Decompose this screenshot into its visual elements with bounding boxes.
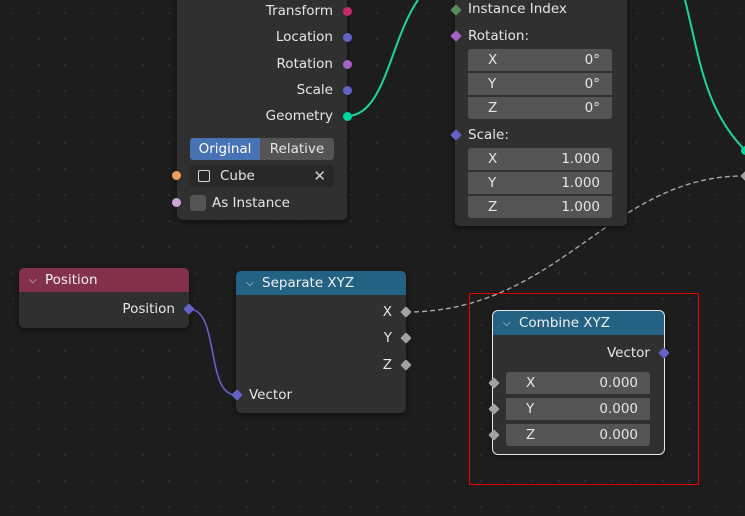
separate-xyz-header[interactable]: ⌵ Separate XYZ: [236, 271, 406, 295]
object-field[interactable]: Cube ✕: [190, 165, 334, 187]
position-node[interactable]: ⌵ Position Position: [19, 268, 195, 328]
vector-input-row: Vector: [249, 384, 292, 406]
field-value: 0°: [584, 76, 600, 92]
input-label: Vector: [249, 387, 293, 403]
field-value: 1.000: [561, 175, 600, 191]
rotation-x-field[interactable]: X 0°: [468, 49, 612, 71]
axis-label: Z: [488, 100, 498, 116]
output-label: Z: [382, 357, 392, 373]
instance-index-row: Instance Index: [468, 0, 567, 20]
highlight-box: [469, 293, 699, 485]
as-instance-checkbox[interactable]: [190, 195, 206, 211]
chevron-down-icon[interactable]: ⌵: [246, 278, 256, 289]
output-x-row: X: [383, 301, 392, 323]
output-rotation: Rotation: [277, 53, 333, 75]
transform-space-toggle: Original Relative: [190, 138, 334, 160]
rotation-z-field[interactable]: Z 0°: [468, 97, 612, 119]
rotation-label-row: Rotation:: [468, 25, 529, 47]
axis-label: Y: [488, 76, 497, 92]
axis-label: X: [488, 52, 498, 68]
output-label: Transform: [265, 3, 333, 19]
scale-x-field[interactable]: X 1.000: [468, 148, 612, 170]
transform-socket[interactable]: [343, 7, 352, 16]
axis-label: Z: [488, 199, 498, 215]
axis-label: Y: [488, 175, 497, 191]
scale-y-field[interactable]: Y 1.000: [468, 172, 612, 194]
field-value: 0°: [584, 52, 600, 68]
output-label: Scale: [296, 82, 333, 98]
scale-label: Scale:: [468, 127, 509, 143]
output-label: Y: [383, 330, 392, 346]
output-label: Position: [122, 301, 175, 317]
output-transform: Transform: [266, 0, 333, 22]
as-instance-label: As Instance: [212, 195, 290, 211]
rotation-socket[interactable]: [343, 60, 352, 69]
separate-xyz-node[interactable]: ⌵ Separate XYZ X Y Z Vector: [231, 271, 412, 413]
cube-object-icon: [198, 170, 210, 182]
field-value: 1.000: [561, 151, 600, 167]
offscreen-geometry-socket[interactable]: [741, 146, 745, 155]
output-label: Rotation: [276, 56, 333, 72]
axis-label: X: [488, 151, 498, 167]
output-label: Location: [275, 29, 333, 45]
rotation-y-field[interactable]: Y 0°: [468, 73, 612, 95]
scale-label-row: Scale:: [468, 124, 509, 146]
instance-node[interactable]: Instance Index Rotation: X 0° Y 0° Z 0° Sca…: [450, 0, 627, 226]
object-info-node[interactable]: Transform Location Rotation Scale Geomet…: [172, 0, 352, 220]
node-title: Position: [45, 272, 98, 288]
as-instance-socket[interactable]: [172, 198, 181, 207]
rotation-label: Rotation:: [468, 28, 530, 44]
as-instance-row[interactable]: As Instance: [190, 192, 290, 214]
field-value: 1.000: [561, 199, 600, 215]
output-scale: Scale: [297, 79, 333, 101]
original-button[interactable]: Original: [190, 138, 260, 160]
output-z-row: Z: [383, 354, 392, 376]
position-node-header[interactable]: ⌵ Position: [19, 268, 189, 292]
chevron-down-icon[interactable]: ⌵: [29, 275, 39, 286]
relative-button[interactable]: Relative: [260, 138, 334, 160]
position-output-row: Position: [122, 298, 175, 320]
node-title: Separate XYZ: [262, 275, 355, 291]
output-label: X: [382, 304, 392, 320]
object-input-socket[interactable]: [172, 171, 181, 180]
output-label: Geometry: [265, 108, 333, 124]
location-socket[interactable]: [343, 33, 352, 42]
field-value: 0°: [584, 100, 600, 116]
instance-index-label: Instance Index: [468, 1, 567, 17]
output-y-row: Y: [384, 327, 392, 349]
object-field-value: Cube: [220, 168, 255, 184]
scale-socket[interactable]: [343, 86, 352, 95]
geometry-socket[interactable]: [343, 112, 352, 121]
output-geometry: Geometry: [266, 105, 333, 127]
close-icon[interactable]: ✕: [313, 167, 326, 185]
output-location: Location: [276, 26, 333, 48]
scale-z-field[interactable]: Z 1.000: [468, 196, 612, 218]
